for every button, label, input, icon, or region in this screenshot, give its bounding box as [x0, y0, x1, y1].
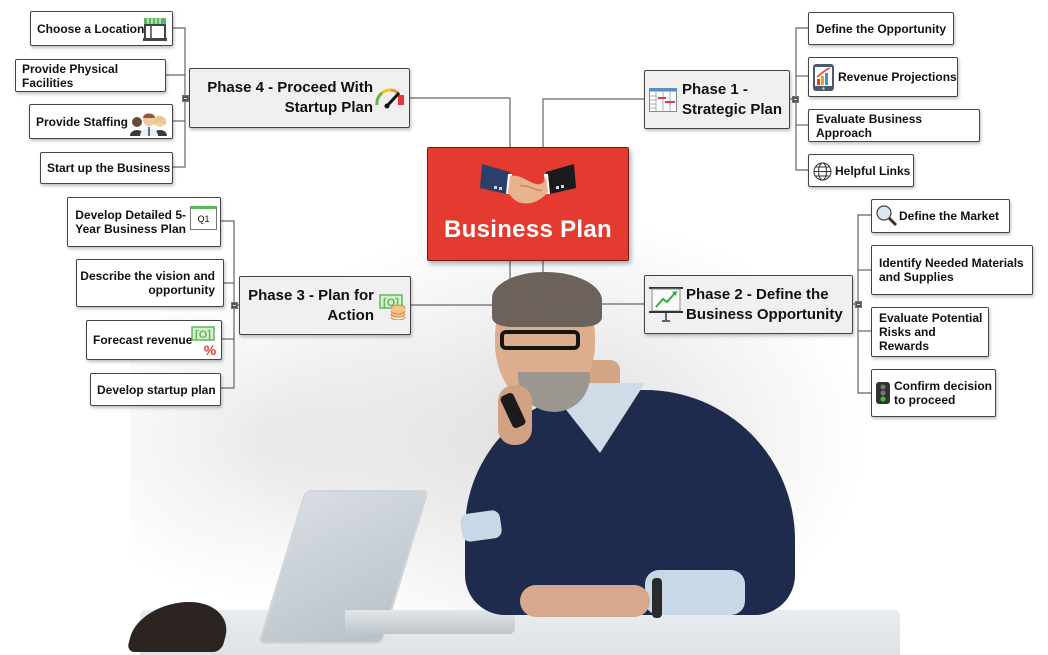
phase1-topic[interactable]: Phase 1 - Strategic Plan — [644, 70, 790, 129]
magnifier-icon — [876, 205, 898, 227]
phase2-label: Phase 2 - Define the Business Opportunit… — [686, 285, 843, 323]
phase4-label: Phase 4 - Proceed With Startup Plan — [207, 79, 373, 116]
evaluate-approach-label: Evaluate Business Approach — [816, 111, 923, 140]
central-topic[interactable]: Business Plan — [427, 147, 629, 261]
revenue-projections-label: Revenue Projections — [838, 70, 957, 84]
phase4-child-choose-location[interactable]: Choose a Location — [30, 11, 173, 46]
phase4-child-physical-facilities[interactable]: Provide Physical Facilities — [15, 59, 166, 92]
money-percent-icon: [O] % — [191, 326, 217, 356]
presentation-board-icon — [649, 287, 683, 322]
phase3-child-startup-plan[interactable]: Develop startup plan — [90, 373, 221, 406]
confirm-decision-label: Confirm decision to proceed — [894, 379, 993, 407]
connector-center-phase4 — [410, 97, 511, 147]
calendar-q1-icon: Q1 — [190, 206, 217, 230]
helpful-links-label: Helpful Links — [835, 163, 911, 178]
tablet-chart-icon — [813, 64, 834, 91]
startup-plan-label: Develop startup plan — [97, 382, 216, 397]
phase1-collapse-toggle[interactable] — [792, 96, 799, 103]
handshake-icon — [480, 164, 576, 204]
provide-staffing-label: Provide Staffing — [36, 114, 129, 129]
start-up-business-label: Start up the Business — [47, 161, 171, 175]
phase3-child-5-year-plan[interactable]: Develop Detailed 5- Year Business Plan Q… — [67, 197, 221, 247]
phase2-collapse-toggle[interactable] — [855, 301, 862, 308]
identify-materials-label: Identify Needed Materials and Supplies — [879, 256, 1024, 284]
phase2-child-define-market[interactable]: Define the Market — [871, 199, 1010, 233]
phase1-child-define-opportunity[interactable]: Define the Opportunity — [808, 12, 954, 45]
phase2-child-evaluate-risks[interactable]: Evaluate Potential Risks and Rewards — [871, 307, 989, 357]
phase2-child-confirm-decision[interactable]: Confirm decision to proceed — [871, 369, 996, 417]
phase3-topic[interactable]: Phase 3 - Plan for Action [O] — [239, 276, 411, 335]
svg-text:[O]: [O] — [195, 329, 211, 341]
phase2-topic[interactable]: Phase 2 - Define the Business Opportunit… — [644, 275, 853, 334]
evaluate-risks-label: Evaluate Potential Risks and Rewards — [879, 311, 983, 353]
phase3-child-describe-vision[interactable]: Describe the vision and opportunity — [76, 259, 224, 307]
money-coins-icon: [O] — [379, 294, 406, 320]
central-topic-title: Business Plan — [444, 216, 612, 243]
describe-vision-label: Describe the vision and opportunity — [80, 269, 215, 297]
forecast-revenue-label: Forecast revenue — [93, 333, 193, 347]
phase1-label: Phase 1 - Strategic Plan — [682, 80, 783, 118]
calendar-q1-text: Q1 — [197, 214, 210, 224]
choose-location-label: Choose a Location — [37, 21, 145, 36]
phase4-collapse-toggle[interactable] — [182, 95, 189, 102]
phase4-topic[interactable]: Phase 4 - Proceed With Startup Plan — [189, 68, 410, 128]
connector-center-phase1 — [542, 98, 644, 147]
gauge-icon — [375, 88, 404, 109]
phase4-child-provide-staffing[interactable]: Provide Staffing — [29, 104, 173, 139]
globe-icon — [813, 162, 832, 181]
traffic-light-icon — [876, 382, 890, 404]
gantt-chart-icon — [649, 88, 677, 112]
physical-facilities-label: Provide Physical Facilities — [22, 61, 119, 90]
phase1-child-revenue-projections[interactable]: Revenue Projections — [808, 57, 958, 97]
connector-center-phase2 — [542, 259, 644, 305]
percent-sign: % — [204, 342, 217, 356]
phase4-child-start-up-business[interactable]: Start up the Business — [40, 152, 173, 184]
phase3-collapse-toggle[interactable] — [231, 302, 238, 309]
phase1-child-evaluate-approach[interactable]: Evaluate Business Approach — [808, 109, 980, 142]
phase2-child-identify-materials[interactable]: Identify Needed Materials and Supplies — [871, 245, 1033, 295]
phase3-child-forecast-revenue[interactable]: Forecast revenue [O] % — [86, 320, 222, 360]
phase1-child-helpful-links[interactable]: Helpful Links — [808, 154, 914, 187]
team-people-icon — [130, 113, 167, 136]
phase3-label: Phase 3 - Plan for Action — [248, 286, 374, 324]
define-opportunity-label: Define the Opportunity — [816, 21, 946, 36]
storefront-icon — [143, 18, 167, 41]
connector-center-phase3 — [411, 259, 511, 306]
define-market-label: Define the Market — [899, 209, 1000, 223]
5-year-plan-label: Develop Detailed 5- Year Business Plan — [75, 208, 186, 236]
